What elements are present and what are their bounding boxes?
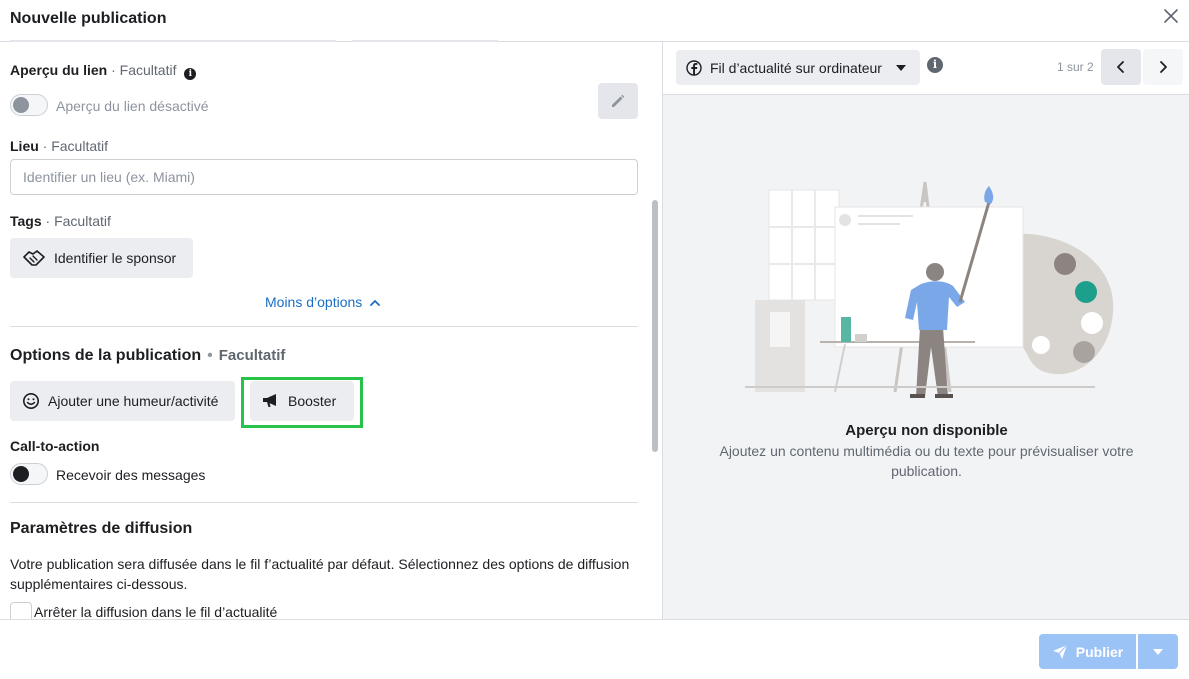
add-feeling-button[interactable]: Ajouter une humeur/activité xyxy=(10,381,235,421)
info-icon[interactable]: i xyxy=(927,57,943,73)
location-label: Lieu · Facultatif xyxy=(10,138,108,154)
placement-dropdown[interactable]: Fil d’actualité sur ordinateur xyxy=(676,50,920,85)
add-feeling-label: Ajouter une humeur/activité xyxy=(48,393,219,409)
optional-text: · Facultatif xyxy=(42,138,109,154)
link-preview-toggle-label: Aperçu du lien désactivé xyxy=(56,98,209,114)
location-input[interactable] xyxy=(10,159,638,195)
tag-sponsor-button[interactable]: Identifier le sponsor xyxy=(10,238,193,278)
optional-text: · Facultatif xyxy=(111,62,177,78)
tags-label: Tags · Facultatif xyxy=(10,213,111,229)
preview-unavailable-illustration xyxy=(745,181,1114,398)
stop-feed-checkbox[interactable] xyxy=(10,602,32,619)
close-icon[interactable] xyxy=(1161,6,1181,26)
post-options-title-text: Options de la publication xyxy=(10,347,202,364)
preview-empty-description: Ajoutez un contenu multimédia ou du text… xyxy=(719,443,1134,479)
handshake-icon xyxy=(23,250,45,266)
less-options-text: Moins d’options xyxy=(265,294,363,310)
placement-label: Fil d’actualité sur ordinateur xyxy=(710,59,882,76)
optional-text: · Facultatif xyxy=(45,213,111,229)
previous-preview-button[interactable] xyxy=(1101,49,1141,85)
chevron-right-icon xyxy=(1160,61,1167,73)
chevron-down-icon xyxy=(1153,649,1163,655)
post-options-title: Options de la publication • Facultatif xyxy=(10,347,285,365)
distribution-description: Votre publication sera diffusée dans le … xyxy=(10,556,630,592)
pencil-icon xyxy=(612,94,625,107)
stop-feed-label: Arrêter la diffusion dans le fil d’actua… xyxy=(34,604,278,619)
preview-panel: Fil d’actualité sur ordinateur i 1 sur 2 xyxy=(662,42,1189,619)
tag-sponsor-label: Identifier le sponsor xyxy=(54,250,177,266)
post-form-panel: Aperçu du lien · Facultatif i Aperçu du … xyxy=(0,42,662,619)
chevron-up-icon xyxy=(370,300,381,306)
publish-label: Publier xyxy=(1075,643,1124,660)
publish-button[interactable]: Publier xyxy=(1039,634,1136,669)
next-preview-button[interactable] xyxy=(1143,49,1183,85)
toggle-knob xyxy=(13,466,29,482)
divider xyxy=(10,502,638,503)
preview-toolbar: Fil d’actualité sur ordinateur i 1 sur 2 xyxy=(663,42,1189,95)
send-icon xyxy=(1052,644,1068,659)
divider xyxy=(10,326,638,327)
optional-text: Facultatif xyxy=(218,347,286,364)
toggle-knob xyxy=(13,97,29,113)
edit-link-preview-button[interactable] xyxy=(598,83,638,119)
less-options-link[interactable]: Moins d’options xyxy=(265,294,381,310)
tags-label-text: Tags xyxy=(10,213,42,229)
info-icon[interactable]: i xyxy=(184,68,197,80)
chevron-left-icon xyxy=(1117,61,1124,73)
modal-footer: Publier xyxy=(0,619,1189,679)
facebook-icon xyxy=(686,59,702,76)
cta-label: Call-to-action xyxy=(10,438,100,454)
modal-title: Nouvelle publication xyxy=(10,10,167,27)
publish-options-dropdown[interactable] xyxy=(1138,634,1178,669)
location-label-text: Lieu xyxy=(10,138,39,154)
link-preview-label: Aperçu du lien · Facultatif i xyxy=(10,62,197,80)
distribution-title: Paramètres de diffusion xyxy=(10,520,193,537)
preview-empty-title: Aperçu non disponible xyxy=(845,422,1008,439)
modal-header: Nouvelle publication xyxy=(0,0,1189,42)
link-preview-toggle[interactable] xyxy=(10,94,48,116)
scrollbar-thumb[interactable] xyxy=(652,200,658,452)
link-preview-label-text: Aperçu du lien xyxy=(10,62,108,78)
separator-dot: • xyxy=(207,347,213,364)
boost-highlight-box xyxy=(241,377,363,428)
smiley-icon xyxy=(23,393,39,409)
preview-pager: 1 sur 2 xyxy=(1057,60,1094,74)
cta-toggle-label: Recevoir des messages xyxy=(56,467,206,483)
cta-toggle[interactable] xyxy=(10,463,48,485)
chevron-down-icon xyxy=(896,65,906,71)
